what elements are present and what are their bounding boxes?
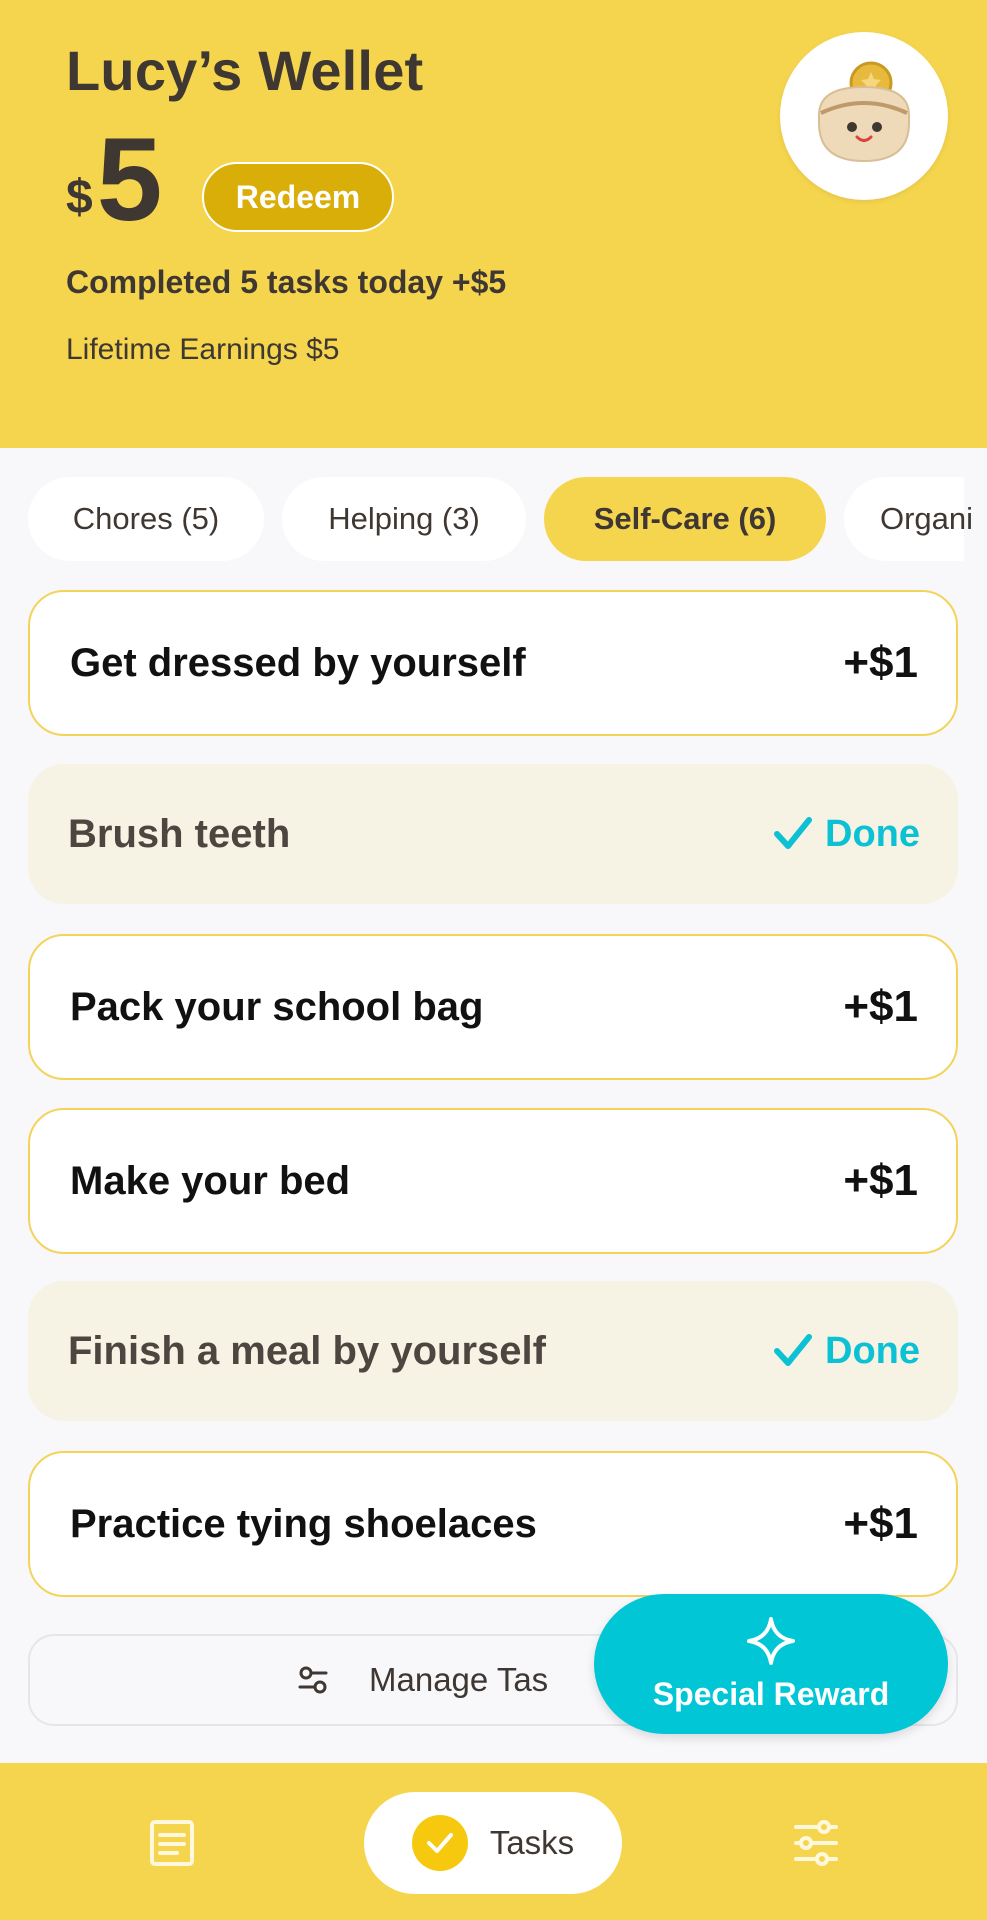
task-name: Finish a meal by yourself [68,1328,546,1373]
today-summary: Completed 5 tasks today +$5 [66,264,507,300]
bottom-nav: Tasks [0,1763,987,1920]
currency-symbol: $ [66,171,93,224]
redeem-button[interactable]: Redeem [202,162,394,232]
task-card-done[interactable]: Finish a meal by yourself Done [28,1281,958,1421]
task-card[interactable]: Practice tying shoelaces +$1 [28,1451,958,1597]
checkmark-icon [774,1334,812,1366]
nav-list-button[interactable] [142,1813,202,1873]
task-card[interactable]: Make your bed +$1 [28,1108,958,1254]
avatar[interactable] [780,32,948,200]
done-status: Done [773,813,920,856]
coin-purse-icon [818,61,910,163]
lifetime-earnings: Lifetime Earnings $5 [66,333,340,366]
tab-organizing[interactable]: Organi [844,477,973,561]
settings-sliders-icon [794,1820,838,1866]
balance: $ 5 [66,114,163,246]
done-label: Done [825,812,920,855]
task-card[interactable]: Pack your school bag +$1 [28,934,958,1080]
nav-tasks-label: Tasks [489,1824,575,1861]
tab-chores[interactable]: Chores (5) [28,477,264,561]
task-name: Brush teeth [68,811,291,856]
checkmark-icon [774,817,812,849]
nav-tasks-button[interactable]: Tasks [364,1792,622,1894]
task-name: Pack your school bag [70,984,484,1029]
task-reward: +$1 [843,1156,918,1205]
nav-settings-button[interactable] [786,1813,846,1873]
tab-helping[interactable]: Helping (3) [282,477,526,561]
special-reward-button[interactable]: Special Reward [594,1594,948,1734]
task-name: Make your bed [70,1158,351,1203]
sparkle-icon [747,1616,795,1665]
task-reward: +$1 [843,982,918,1031]
balance-amount: 5 [96,114,163,246]
task-name: Get dressed by yourself [70,640,526,685]
done-label: Done [825,1329,920,1372]
task-card[interactable]: Get dressed by yourself +$1 [28,590,958,736]
wallet-header: Lucy’s Wellet $ 5 Redeem Completed 5 tas… [0,0,987,448]
list-icon [150,1820,194,1866]
task-reward: +$1 [843,1499,918,1548]
done-status: Done [773,1330,920,1373]
task-name: Practice tying shoelaces [70,1501,537,1546]
check-circle-icon [411,1815,468,1871]
task-reward: +$1 [843,638,918,687]
tab-self-care[interactable]: Self-Care (6) [544,477,826,561]
sliders-icon [298,1666,328,1694]
wallet-title: Lucy’s Wellet [66,39,424,102]
special-reward-label: Special Reward [652,1675,890,1712]
category-tabs: Chores (5) Helping (3) Self-Care (6) Org… [28,477,973,561]
task-card-done[interactable]: Brush teeth Done [28,764,958,904]
